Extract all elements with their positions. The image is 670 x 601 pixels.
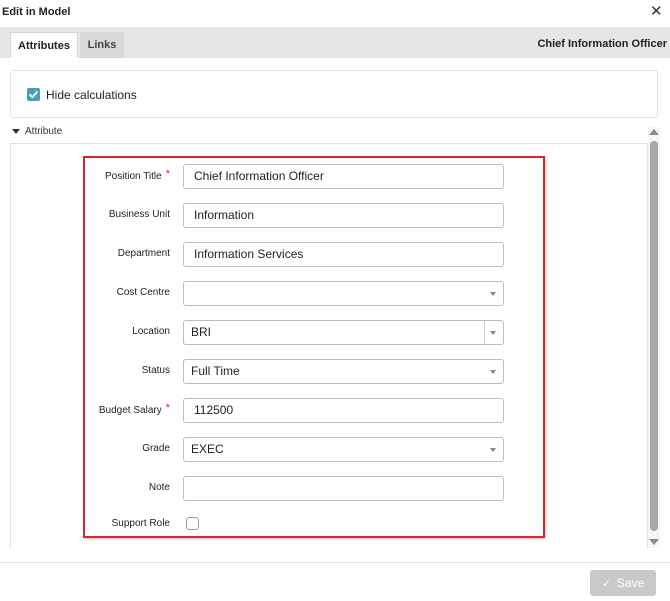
status-label: Status (141, 365, 170, 376)
chevron-down-icon[interactable] (490, 292, 496, 296)
tab-links[interactable]: Links (80, 32, 124, 58)
cost-centre-label: Cost Centre (116, 287, 170, 298)
dialog-title: Edit in Model (2, 6, 71, 18)
chevron-down-icon[interactable] (490, 370, 496, 374)
record-title: Chief Information Officer (537, 38, 667, 50)
attribute-section-label: Attribute (25, 126, 63, 137)
scrollbar-thumb[interactable] (650, 141, 658, 531)
tab-attributes[interactable]: Attributes (10, 32, 78, 58)
support-role-label: Support Role (111, 518, 170, 529)
location-value: BRI (191, 325, 212, 339)
check-icon: ✓ (601, 578, 611, 590)
checkmark-icon (29, 91, 38, 99)
hide-calculations-box: Hide calculations (10, 70, 658, 118)
required-marker: * (165, 168, 170, 180)
grade-select[interactable]: EXEC (183, 437, 504, 462)
status-value: Full Time (191, 364, 240, 378)
chevron-down-icon[interactable] (490, 331, 496, 335)
budget-salary-input[interactable]: 112500 (183, 398, 504, 423)
location-select[interactable]: BRI (183, 320, 504, 345)
status-select[interactable]: Full Time (183, 359, 504, 384)
chevron-down-icon[interactable] (490, 448, 496, 452)
scroll-up-arrow-icon[interactable] (649, 129, 659, 135)
department-label: Department (117, 248, 170, 259)
cost-centre-select[interactable] (183, 281, 504, 306)
business-unit-label: Business Unit (108, 209, 170, 220)
scrollbar[interactable] (648, 127, 660, 548)
grade-value: EXEC (191, 442, 224, 456)
required-marker: * (165, 402, 170, 414)
grade-label: Grade (142, 443, 170, 454)
caret-down-icon (12, 128, 20, 134)
note-label: Note (148, 482, 170, 493)
business-unit-input[interactable]: Information (183, 203, 504, 228)
position-title-input[interactable]: Chief Information Officer (183, 164, 504, 189)
support-role-checkbox[interactable] (186, 517, 199, 530)
note-input[interactable] (183, 476, 504, 501)
department-input[interactable]: Information Services (183, 242, 504, 267)
select-divider (484, 321, 485, 344)
dialog-titlebar: Edit in Model ✕ (0, 0, 670, 26)
location-label: Location (132, 326, 170, 337)
scroll-down-arrow-icon[interactable] (649, 539, 659, 545)
attribute-section-header[interactable]: Attribute (12, 126, 62, 137)
tab-bar: Attributes Links Chief Information Offic… (0, 27, 670, 58)
footer-divider (0, 562, 670, 563)
hide-calculations-label[interactable]: Hide calculations (46, 88, 137, 102)
close-icon[interactable]: ✕ (650, 3, 663, 21)
position-title-label: Position Title * (105, 168, 170, 182)
budget-salary-label: Budget Salary * (98, 402, 170, 416)
hide-calculations-checkbox[interactable] (27, 88, 40, 101)
save-button[interactable]: ✓ Save (590, 570, 656, 596)
